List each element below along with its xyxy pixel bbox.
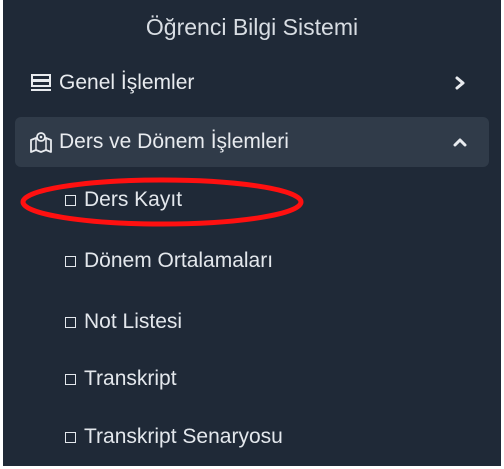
sub-item-label: Dönem Ortalamaları — [84, 249, 274, 272]
square-icon — [65, 431, 76, 443]
server-icon — [29, 71, 53, 95]
sub-item-label: Transkript — [84, 367, 177, 390]
sidebar: Öğrenci Bilgi Sistemi Genel İşlemler Der… — [3, 0, 501, 466]
square-icon — [65, 255, 76, 267]
sub-item-ders-kayit[interactable]: Ders Kayıt — [65, 180, 182, 220]
sub-item-transkript-senaryosu[interactable]: Transkript Senaryosu — [65, 417, 283, 457]
sub-item-donem-ortalamalari[interactable]: Dönem Ortalamaları — [65, 241, 273, 281]
nav-item-label: Ders ve Dönem İşlemleri — [59, 130, 289, 153]
chevron-right-icon — [453, 76, 467, 90]
sub-item-label: Not Listesi — [84, 310, 183, 333]
nav-item-genel-islemler[interactable]: Genel İşlemler — [15, 58, 489, 108]
square-icon — [65, 194, 76, 206]
nav-item-label: Genel İşlemler — [59, 71, 195, 94]
sub-item-label: Ders Kayıt — [84, 188, 183, 211]
sub-item-not-listesi[interactable]: Not Listesi — [65, 302, 182, 342]
sub-item-transkript[interactable]: Transkript — [65, 359, 177, 399]
map-icon — [29, 130, 53, 154]
chevron-up-icon — [453, 135, 467, 149]
square-icon — [65, 316, 76, 328]
sub-item-label: Transkript Senaryosu — [84, 425, 283, 448]
square-icon — [65, 373, 76, 385]
nav-item-ders-ve-donem-islemleri[interactable]: Ders ve Dönem İşlemleri — [15, 117, 489, 167]
sidebar-title: Öğrenci Bilgi Sistemi — [145, 14, 359, 40]
